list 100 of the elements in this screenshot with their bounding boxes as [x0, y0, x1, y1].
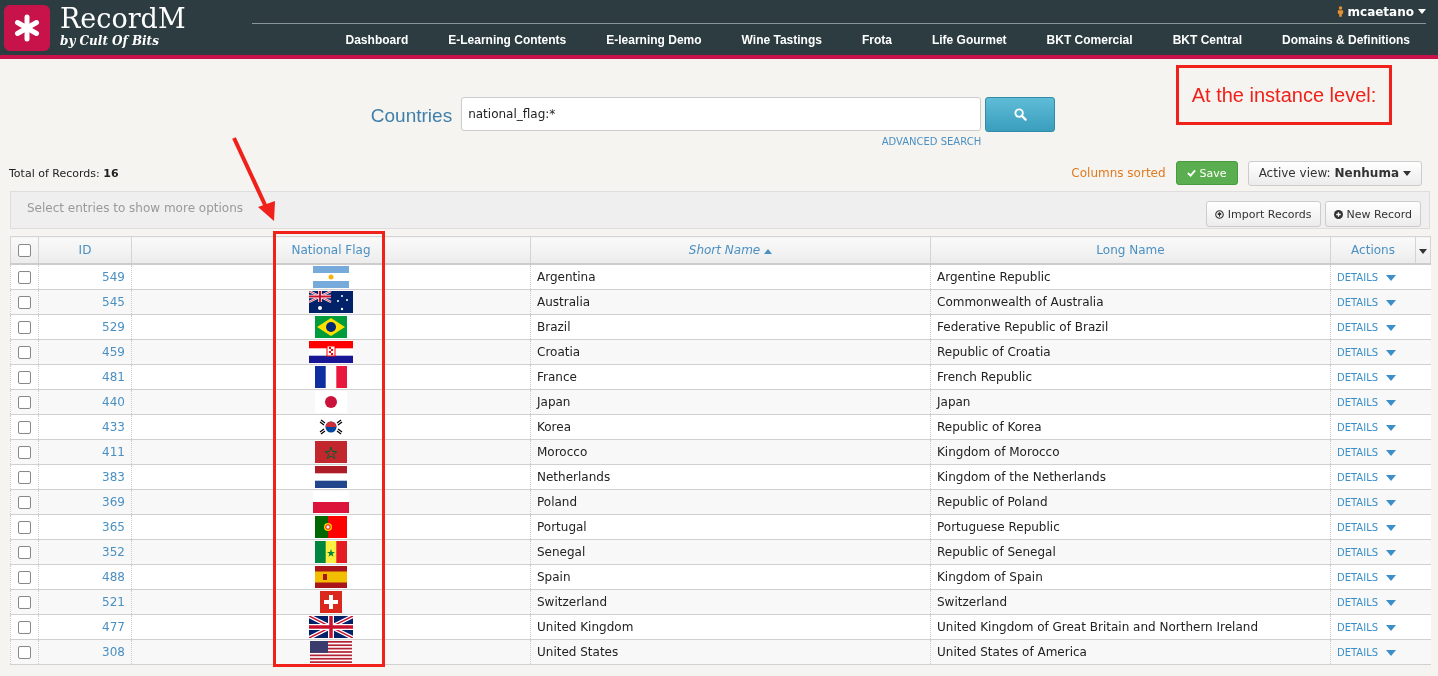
- nav-link[interactable]: BKT Comercial: [1026, 32, 1153, 47]
- column-header[interactable]: National Flag: [131, 236, 531, 264]
- sort-ascending-icon: [764, 249, 773, 254]
- row-checkbox[interactable]: [18, 346, 31, 359]
- active-view-dropdown[interactable]: Active view: Nenhuma: [1247, 160, 1422, 186]
- caret-icon: [1386, 549, 1397, 556]
- long-name-cell: Kingdom of Morocco: [930, 439, 1331, 465]
- row-checkbox[interactable]: [18, 646, 31, 659]
- caret-icon: [1386, 274, 1397, 281]
- record-id-link[interactable]: 545: [102, 295, 125, 309]
- row-checkbox[interactable]: [18, 546, 31, 559]
- row-checkbox[interactable]: [18, 271, 31, 284]
- record-action-button[interactable]: New Record: [1324, 201, 1421, 227]
- row-checkbox[interactable]: [18, 521, 31, 534]
- long-name-cell: Republic of Croatia: [930, 339, 1331, 365]
- total-records: Total of Records: 16: [9, 166, 119, 180]
- row-checkbox[interactable]: [18, 471, 31, 484]
- nav-link[interactable]: Domains & Definitions: [1262, 32, 1426, 47]
- caret-icon: [1386, 649, 1397, 656]
- details-menu[interactable]: DETAILS: [1337, 622, 1397, 633]
- column-header[interactable]: Long Name: [930, 236, 1331, 264]
- row-checkbox[interactable]: [18, 496, 31, 509]
- caret-icon: [1386, 499, 1397, 506]
- record-id-link[interactable]: 477: [102, 620, 125, 634]
- caret-icon: [1386, 324, 1397, 331]
- record-id-link[interactable]: 433: [102, 420, 125, 434]
- record-id-link[interactable]: 308: [102, 645, 125, 659]
- caret-icon: [1386, 574, 1397, 581]
- short-name-cell: France: [530, 364, 931, 390]
- advanced-search-link[interactable]: ADVANCED SEARCH: [881, 136, 982, 147]
- record-id-link[interactable]: 352: [102, 545, 125, 559]
- record-id-link[interactable]: 521: [102, 595, 125, 609]
- row-checkbox[interactable]: [18, 421, 31, 434]
- caret-icon: [1386, 424, 1397, 431]
- long-name-cell: Argentine Republic: [930, 264, 1331, 290]
- row-checkbox[interactable]: [18, 396, 31, 409]
- record-id-link[interactable]: 383: [102, 470, 125, 484]
- caret-icon: [1403, 170, 1411, 176]
- column-header[interactable]: ID: [38, 236, 132, 264]
- brand-tagline: by Cult Of Bits: [60, 35, 160, 47]
- row-checkbox[interactable]: [18, 296, 31, 309]
- caret-icon: [1386, 449, 1397, 456]
- details-menu[interactable]: DETAILS: [1337, 472, 1397, 483]
- asterisk-logo-icon: [4, 4, 50, 51]
- details-menu[interactable]: DETAILS: [1337, 322, 1397, 333]
- long-name-cell: United States of America: [930, 639, 1331, 665]
- short-name-cell: Brazil: [530, 314, 931, 340]
- short-name-cell: Portugal: [530, 514, 931, 540]
- record-id-link[interactable]: 488: [102, 570, 125, 584]
- details-menu[interactable]: DETAILS: [1337, 272, 1397, 283]
- nav-link[interactable]: Wine Tastings: [721, 32, 842, 47]
- caret-icon[interactable]: [1419, 249, 1427, 254]
- details-menu[interactable]: DETAILS: [1337, 372, 1397, 383]
- row-checkbox[interactable]: [18, 321, 31, 334]
- nav-link[interactable]: BKT Central: [1152, 32, 1262, 47]
- flag-icon: [315, 466, 347, 488]
- details-menu[interactable]: DETAILS: [1337, 572, 1397, 583]
- short-name-cell: Argentina: [530, 264, 931, 290]
- record-id-link[interactable]: 365: [102, 520, 125, 534]
- row-checkbox[interactable]: [18, 621, 31, 634]
- details-menu[interactable]: DETAILS: [1337, 522, 1397, 533]
- caret-icon: [1386, 624, 1397, 631]
- caret-icon: [1386, 374, 1397, 381]
- record-id-link[interactable]: 411: [102, 445, 125, 459]
- column-header[interactable]: Short Name: [530, 236, 931, 264]
- nav-link[interactable]: Life Gourmet: [911, 32, 1027, 47]
- details-menu[interactable]: DETAILS: [1337, 422, 1397, 433]
- search-field[interactable]: national_flag:*: [461, 97, 982, 131]
- row-checkbox[interactable]: [18, 371, 31, 384]
- row-checkbox[interactable]: [18, 596, 31, 609]
- record-id-link[interactable]: 529: [102, 320, 125, 334]
- long-name-cell: Republic of Poland: [930, 489, 1331, 515]
- select-all-checkbox[interactable]: [18, 244, 31, 257]
- long-name-cell: Federative Republic of Brazil: [930, 314, 1331, 340]
- flag-icon: [313, 266, 349, 288]
- save-button[interactable]: Save: [1175, 161, 1238, 185]
- page-title: Countries: [370, 105, 453, 127]
- long-name-cell: Kingdom of the Netherlands: [930, 464, 1331, 490]
- caret-icon: [1386, 599, 1397, 606]
- column-header[interactable]: Actions: [1330, 236, 1416, 264]
- record-id-link[interactable]: 459: [102, 345, 125, 359]
- nav-link[interactable]: Dashboard: [325, 32, 429, 47]
- short-name-cell: Korea: [530, 414, 931, 440]
- record-id-link[interactable]: 440: [102, 395, 125, 409]
- nav-link[interactable]: E-Learning Contents: [428, 32, 587, 47]
- record-action-button[interactable]: Import Records: [1205, 201, 1321, 227]
- nav-link[interactable]: E-learning Demo: [586, 32, 722, 47]
- record-id-link[interactable]: 369: [102, 495, 125, 509]
- record-id-link[interactable]: 549: [102, 270, 125, 284]
- record-id-link[interactable]: 481: [102, 370, 125, 384]
- row-checkbox[interactable]: [18, 446, 31, 459]
- search-icon: [1013, 108, 1027, 121]
- user-menu[interactable]: mcaetano: [1336, 4, 1426, 19]
- search-button[interactable]: [985, 97, 1056, 132]
- row-checkbox[interactable]: [18, 571, 31, 584]
- nav-link[interactable]: Frota: [841, 32, 912, 47]
- short-name-cell: Australia: [530, 289, 931, 315]
- upload-icon: [1214, 209, 1224, 219]
- flag-icon: [315, 541, 347, 563]
- long-name-cell: Republic of Korea: [930, 414, 1331, 440]
